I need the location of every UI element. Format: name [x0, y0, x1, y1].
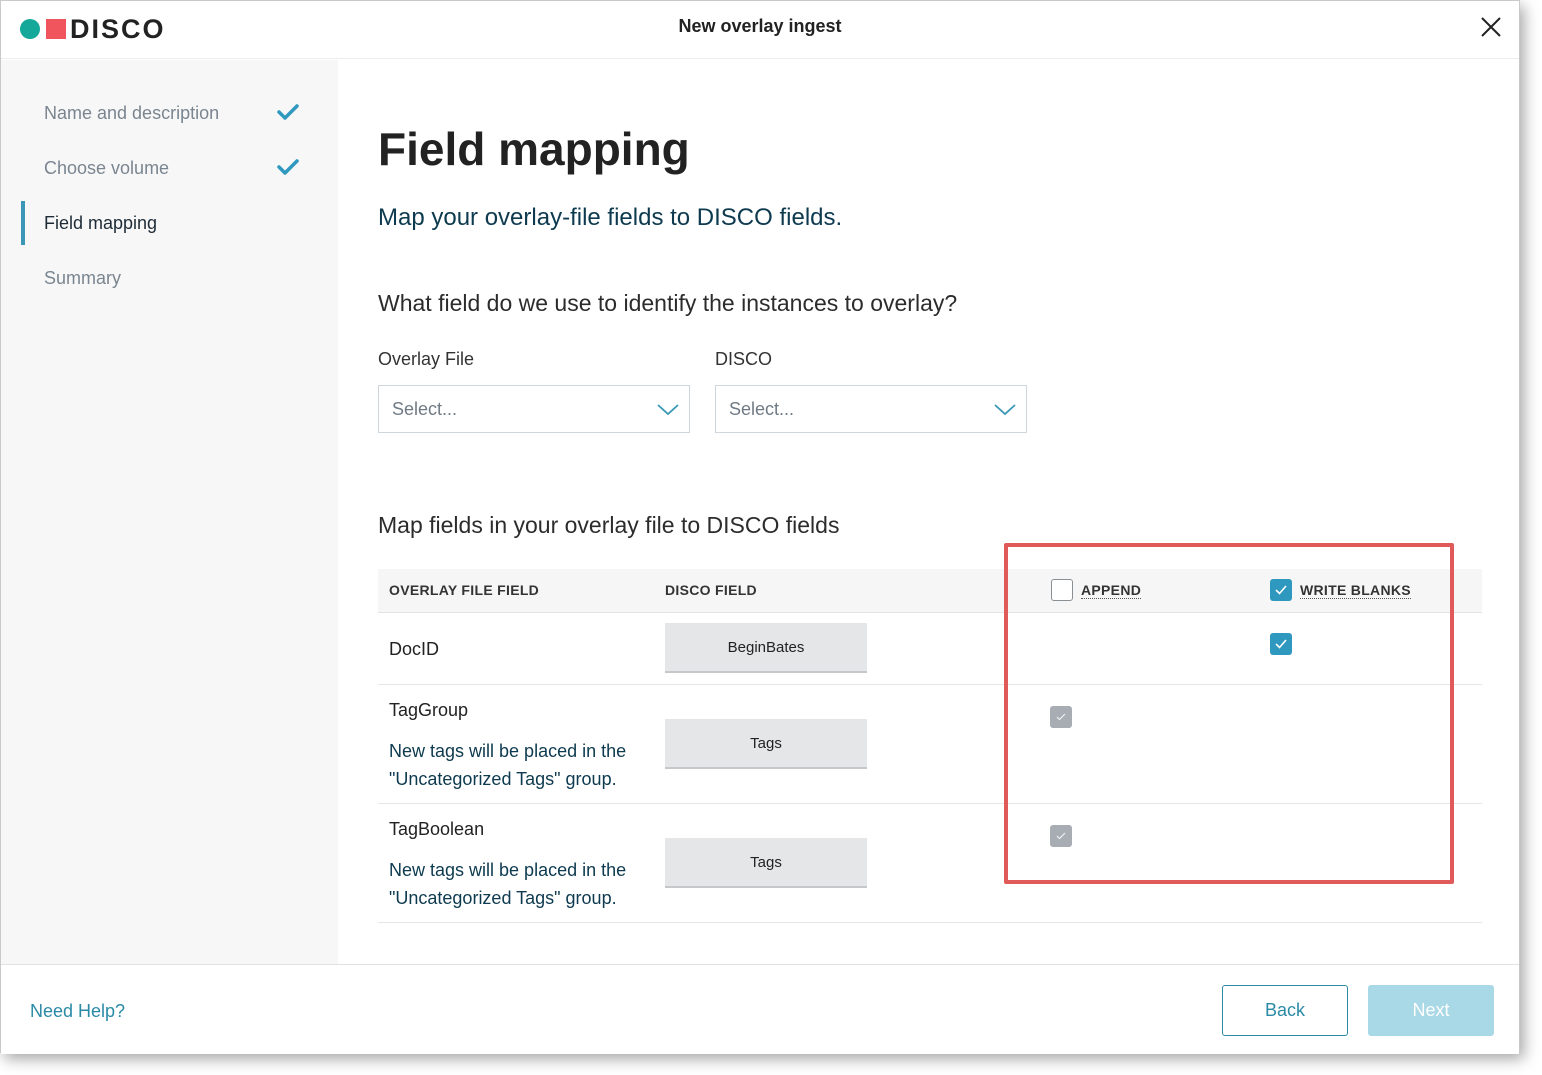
overlay-field-name: TagBoolean — [389, 819, 485, 839]
write-blanks-all-checkbox[interactable] — [1270, 579, 1292, 601]
append-checkbox — [1050, 706, 1072, 728]
append-all-checkbox[interactable] — [1051, 579, 1073, 601]
disco-label: DISCO — [715, 349, 773, 369]
overlay-field-name: TagGroup — [389, 700, 469, 720]
append-header-label: APPEND — [1081, 582, 1142, 599]
check-icon — [1056, 713, 1066, 721]
page-title: Field mapping — [378, 123, 690, 175]
chevron-down-icon — [994, 404, 1016, 416]
need-help-link[interactable]: Need Help? — [30, 1001, 125, 1022]
overlay-file-select[interactable]: Select... — [378, 385, 690, 433]
close-button[interactable] — [1479, 15, 1503, 39]
disco-field-button[interactable]: Tags — [665, 719, 867, 769]
step-name-and-description[interactable]: Name and description — [21, 91, 321, 135]
close-icon — [1481, 17, 1501, 37]
step-field-mapping[interactable]: Field mapping — [21, 201, 321, 245]
back-button[interactable]: Back — [1222, 985, 1348, 1036]
write-blanks-checkbox[interactable] — [1270, 633, 1292, 655]
check-icon — [1056, 832, 1066, 840]
step-summary[interactable]: Summary — [21, 256, 321, 300]
header-disco-field: DISCO FIELD — [665, 582, 757, 598]
next-button[interactable]: Next — [1368, 985, 1494, 1036]
select-placeholder: Select... — [729, 398, 795, 419]
disco-field-button[interactable]: BeginBates — [665, 623, 867, 673]
table-row: DocID BeginBates — [378, 613, 1482, 685]
step-choose-volume[interactable]: Choose volume — [21, 146, 321, 190]
main-content: Field mapping Map your overlay-file fiel… — [339, 60, 1519, 964]
dialog-header: DISCO New overlay ingest — [1, 1, 1519, 59]
disco-field-button[interactable]: Tags — [665, 838, 867, 888]
check-icon — [277, 104, 299, 120]
step-label: Choose volume — [44, 157, 170, 178]
append-checkbox — [1050, 825, 1072, 847]
identify-question: What field do we use to identify the ins… — [378, 290, 958, 316]
table-header: OVERLAY FILE FIELD DISCO FIELD APPEND WR… — [378, 569, 1482, 613]
field-mapping-table: OVERLAY FILE FIELD DISCO FIELD APPEND WR… — [378, 569, 1482, 923]
dialog-title: New overlay ingest — [678, 16, 842, 36]
overlay-field-note: New tags will be placed in the "Uncatego… — [389, 741, 627, 789]
chevron-down-icon — [657, 404, 679, 416]
overlay-ingest-dialog: DISCO New overlay ingest Name and descri… — [0, 0, 1520, 1054]
header-overlay-field: OVERLAY FILE FIELD — [389, 582, 540, 598]
select-placeholder: Select... — [392, 398, 458, 419]
table-row: TagGroup New tags will be placed in the … — [378, 685, 1482, 804]
check-icon — [1275, 585, 1287, 595]
table-row: TagBoolean New tags will be placed in th… — [378, 804, 1482, 923]
step-label: Name and description — [44, 102, 220, 123]
wizard-steps: Name and description Choose volume Field… — [1, 60, 338, 964]
check-icon — [277, 159, 299, 175]
step-label: Field mapping — [44, 212, 158, 233]
write-blanks-header-label: WRITE BLANKS — [1300, 582, 1411, 599]
check-icon — [1275, 639, 1287, 649]
step-label: Summary — [44, 267, 122, 288]
overlay-field-note: New tags will be placed in the "Uncatego… — [389, 860, 627, 908]
page-subtitle: Map your overlay-file fields to DISCO fi… — [378, 204, 843, 231]
overlay-field-name: DocID — [389, 639, 440, 659]
disco-select[interactable]: Select... — [715, 385, 1027, 433]
map-section-title: Map fields in your overlay file to DISCO… — [378, 512, 840, 538]
overlay-file-label: Overlay File — [378, 349, 475, 369]
dialog-footer: Need Help? Back Next — [1, 964, 1519, 1054]
